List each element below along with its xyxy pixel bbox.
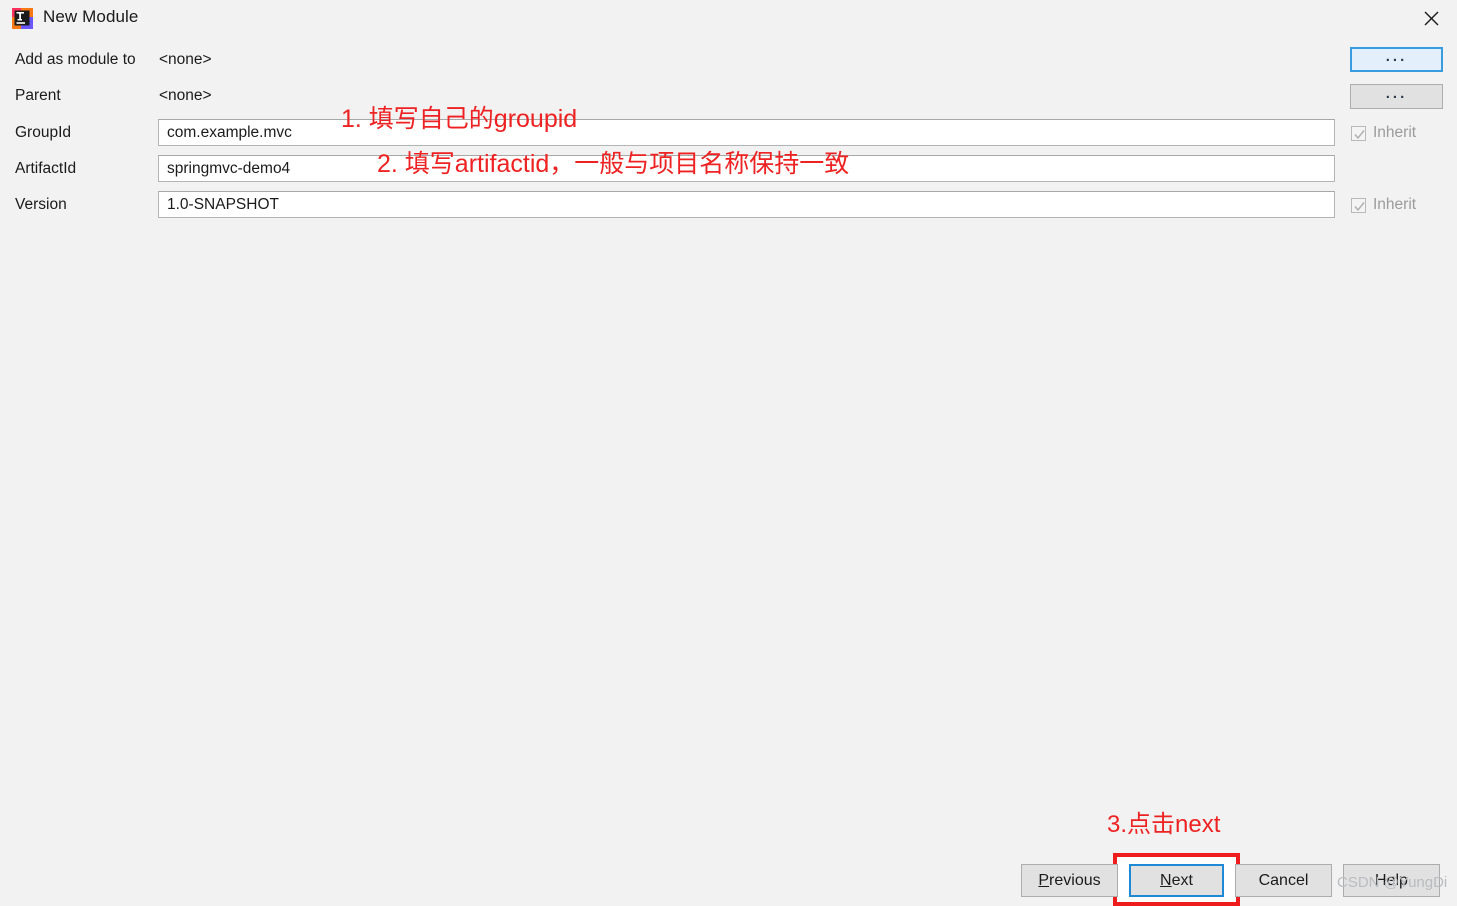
- inherit-checkbox-version[interactable]: Inherit: [1351, 196, 1416, 214]
- version-input[interactable]: [158, 191, 1335, 218]
- close-icon[interactable]: [1405, 0, 1457, 37]
- watermark: CSDN @YungDi: [1337, 874, 1448, 891]
- next-button-label: ext: [1171, 871, 1193, 889]
- intellij-idea-icon: [12, 8, 33, 29]
- next-button[interactable]: Next: [1129, 864, 1224, 897]
- previous-button-mnemonic: P: [1038, 871, 1050, 889]
- cancel-button-label: Cancel: [1258, 871, 1309, 889]
- title-bar: New Module: [0, 0, 1457, 37]
- checkbox-box: [1351, 125, 1366, 141]
- label-groupid: GroupId: [15, 124, 72, 141]
- annotation-groupid: 1. 填写自己的groupid: [341, 105, 578, 133]
- previous-button-label: revious: [1049, 871, 1101, 889]
- inherit-label: Inherit: [1373, 196, 1417, 213]
- annotation-artifactid: 2. 填写artifactid，一般与项目名称保持一致: [377, 150, 850, 178]
- checkbox-box: [1351, 197, 1366, 213]
- value-parent: <none>: [159, 87, 212, 104]
- annotation-next: 3.点击next: [1107, 811, 1221, 838]
- browse-button-parent[interactable]: ...: [1350, 84, 1443, 109]
- inherit-checkbox-groupid[interactable]: Inherit: [1351, 124, 1416, 142]
- label-add-as-module-to: Add as module to: [15, 51, 136, 68]
- previous-button[interactable]: Previous: [1021, 864, 1118, 897]
- cancel-button[interactable]: Cancel: [1235, 864, 1332, 897]
- value-add-as-module-to: <none>: [159, 51, 212, 68]
- browse-button-add-as-module-to[interactable]: ...: [1350, 47, 1443, 72]
- label-version: Version: [15, 196, 67, 213]
- window-title: New Module: [43, 7, 139, 26]
- inherit-label: Inherit: [1373, 124, 1417, 141]
- groupid-input[interactable]: [158, 119, 1335, 146]
- browse-button-label: ...: [1385, 47, 1408, 65]
- label-parent: Parent: [15, 87, 61, 104]
- label-artifactid: ArtifactId: [15, 160, 77, 177]
- browse-button-label: ...: [1385, 84, 1408, 102]
- next-button-mnemonic: N: [1160, 871, 1172, 889]
